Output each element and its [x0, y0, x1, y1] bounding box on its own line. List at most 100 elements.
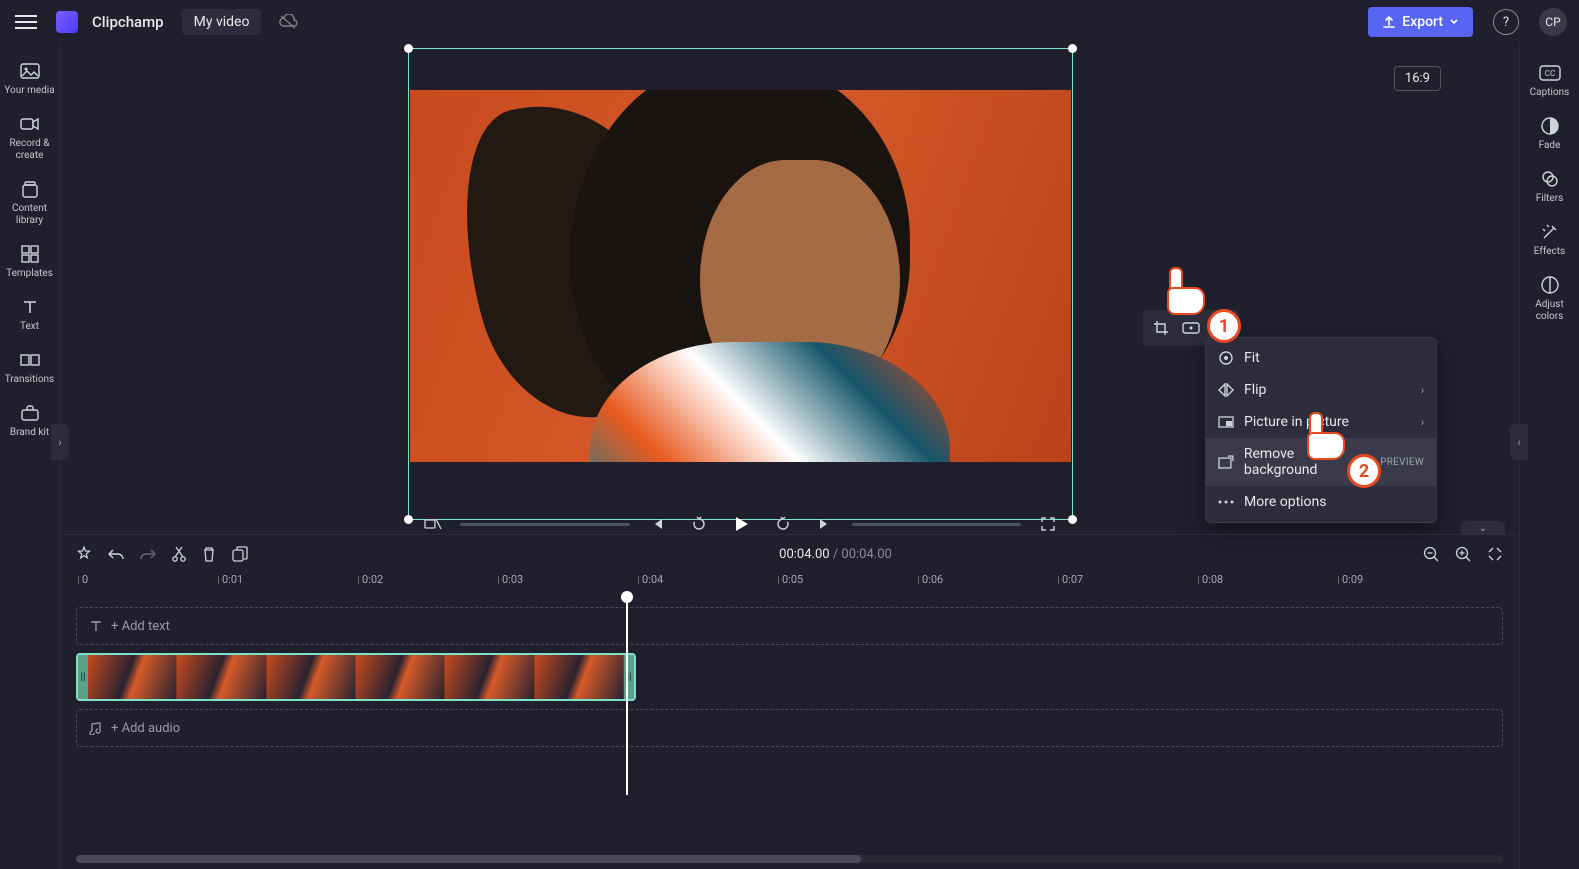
selection-outline[interactable] — [408, 48, 1073, 520]
sidebar-item-record-create[interactable]: Record & create — [2, 107, 58, 168]
export-button-label: Export — [1402, 14, 1443, 30]
timeline-timecode: 00:04.00 / 00:04.00 — [779, 547, 892, 562]
zoom-fit-button[interactable] — [1487, 546, 1503, 562]
timeline-scrollbar[interactable] — [76, 855, 1503, 863]
cloud-sync-off-icon[interactable] — [279, 14, 299, 30]
auto-compose-button[interactable] — [76, 546, 92, 562]
sidebar-item-transitions[interactable]: Transitions — [2, 343, 58, 392]
filters-icon — [1539, 168, 1561, 190]
clip-thumbnails — [88, 655, 624, 699]
dropdown-item-label: Fit — [1244, 350, 1260, 366]
preview-badge: Preview — [1380, 457, 1424, 468]
sidebar-item-captions[interactable]: CC Captions — [1522, 56, 1578, 105]
ruler-tick: 0:07 — [1062, 573, 1083, 586]
sidebar-item-label: Record & create — [2, 138, 58, 162]
upload-icon — [1382, 15, 1396, 29]
captions-icon: CC — [1539, 62, 1561, 84]
export-button[interactable]: Export — [1368, 7, 1473, 37]
delete-button[interactable] — [202, 546, 216, 562]
fade-icon — [1539, 115, 1561, 137]
total-duration: 00:04.00 — [841, 547, 891, 562]
duplicate-button[interactable] — [232, 546, 248, 562]
ruler-tick: 0:02 — [362, 573, 383, 586]
dropdown-item-remove-background[interactable]: Remove background Preview — [1206, 438, 1436, 486]
dropdown-item-fit[interactable]: Fit — [1206, 342, 1436, 374]
audio-track-placeholder[interactable]: + Add audio — [76, 709, 1503, 747]
undo-button[interactable] — [108, 547, 124, 561]
flip-icon — [1218, 383, 1234, 397]
transitions-icon — [19, 349, 41, 371]
zoom-out-button[interactable] — [1423, 546, 1439, 562]
sidebar-item-effects[interactable]: Effects — [1522, 215, 1578, 264]
resize-handle-tr[interactable] — [1068, 44, 1077, 53]
sidebar-item-text[interactable]: Text — [2, 290, 58, 339]
chevron-right-icon: › — [1421, 416, 1424, 429]
playhead[interactable] — [626, 597, 628, 795]
preview-area: 16:9 Fit Flip › — [60, 44, 1519, 534]
sidebar-item-filters[interactable]: Filters — [1522, 162, 1578, 211]
current-time: 00:04.00 — [779, 547, 829, 562]
sidebar-item-label: Text — [20, 321, 39, 333]
menu-button[interactable] — [12, 8, 40, 36]
sidebar-item-label: Your media — [4, 85, 54, 97]
dropdown-item-flip[interactable]: Flip › — [1206, 374, 1436, 406]
app-name: Clipchamp — [92, 13, 164, 31]
sidebar-item-fade[interactable]: Fade — [1522, 109, 1578, 158]
timeline: ⌄ 00:04.00 / 00:04.00 0 0:01 0:02 0:03 0… — [60, 534, 1519, 869]
seek-bar-right[interactable] — [852, 523, 1022, 526]
dropdown-item-label: Flip — [1244, 382, 1266, 398]
timeline-toolbar: 00:04.00 / 00:04.00 — [60, 535, 1519, 573]
pip-icon — [1218, 416, 1234, 428]
add-audio-label: + Add audio — [111, 721, 180, 736]
music-icon — [89, 721, 103, 735]
sidebar-item-label: Transitions — [5, 374, 54, 386]
user-avatar[interactable]: CP — [1539, 8, 1567, 36]
text-track-placeholder[interactable]: + Add text — [76, 607, 1503, 645]
chevron-right-icon: › — [1421, 384, 1424, 397]
add-text-label: + Add text — [111, 619, 170, 634]
ruler-tick: 0:04 — [642, 573, 663, 586]
ellipsis-icon — [1218, 500, 1234, 504]
sidebar-item-adjust-colors[interactable]: Adjust colors — [1522, 268, 1578, 329]
sidebar-right: CC Captions Fade Filters Effects Adjust … — [1519, 44, 1579, 869]
effects-icon — [1539, 221, 1561, 243]
crop-button[interactable] — [1148, 315, 1174, 341]
sidebar-item-label: Captions — [1530, 87, 1570, 99]
timeline-collapse-button[interactable]: ⌄ — [1461, 521, 1505, 535]
fill-button[interactable] — [1178, 315, 1204, 341]
sidebar-item-label: Effects — [1534, 246, 1565, 258]
aspect-ratio-selector[interactable]: 16:9 — [1394, 66, 1441, 91]
adjust-colors-icon — [1539, 274, 1561, 296]
media-icon — [19, 60, 41, 82]
dropdown-item-pip[interactable]: Picture in picture › — [1206, 406, 1436, 438]
text-icon — [19, 296, 41, 318]
sidebar-item-brand-kit[interactable]: Brand kit — [2, 396, 58, 445]
timeline-ruler[interactable]: 0 0:01 0:02 0:03 0:04 0:05 0:06 0:07 0:0… — [76, 573, 1519, 597]
app-logo-icon — [56, 11, 78, 33]
sidebar-item-templates[interactable]: Templates — [2, 237, 58, 286]
zoom-in-button[interactable] — [1455, 546, 1471, 562]
ruler-tick: 0:08 — [1202, 573, 1223, 586]
split-button[interactable] — [172, 546, 186, 562]
sidebar-item-your-media[interactable]: Your media — [2, 54, 58, 103]
brand-kit-icon — [19, 402, 41, 424]
ruler-tick: 0:03 — [502, 573, 523, 586]
sidebar-item-label: Brand kit — [10, 427, 49, 439]
seek-bar[interactable] — [460, 523, 630, 526]
ruler-tick: 0:09 — [1342, 573, 1363, 586]
video-clip[interactable]: || || — [76, 653, 636, 701]
dropdown-item-label: Remove background — [1244, 446, 1370, 478]
remove-bg-icon — [1218, 455, 1234, 469]
dropdown-item-label: Picture in picture — [1244, 414, 1349, 430]
sidebar-item-content-library[interactable]: Content library — [2, 172, 58, 233]
clip-trim-left[interactable]: || — [78, 655, 88, 699]
help-button[interactable]: ? — [1493, 9, 1519, 35]
project-title-input[interactable]: My video — [182, 9, 262, 35]
scrollbar-thumb[interactable] — [76, 855, 861, 863]
timeline-tracks: + Add text || || + Add audio — [60, 597, 1519, 795]
video-track[interactable]: || || — [76, 653, 1503, 701]
resize-handle-tl[interactable] — [404, 44, 413, 53]
redo-button[interactable] — [140, 547, 156, 561]
sidebar-item-label: Templates — [6, 268, 53, 280]
dropdown-item-more-options[interactable]: More options — [1206, 486, 1436, 518]
